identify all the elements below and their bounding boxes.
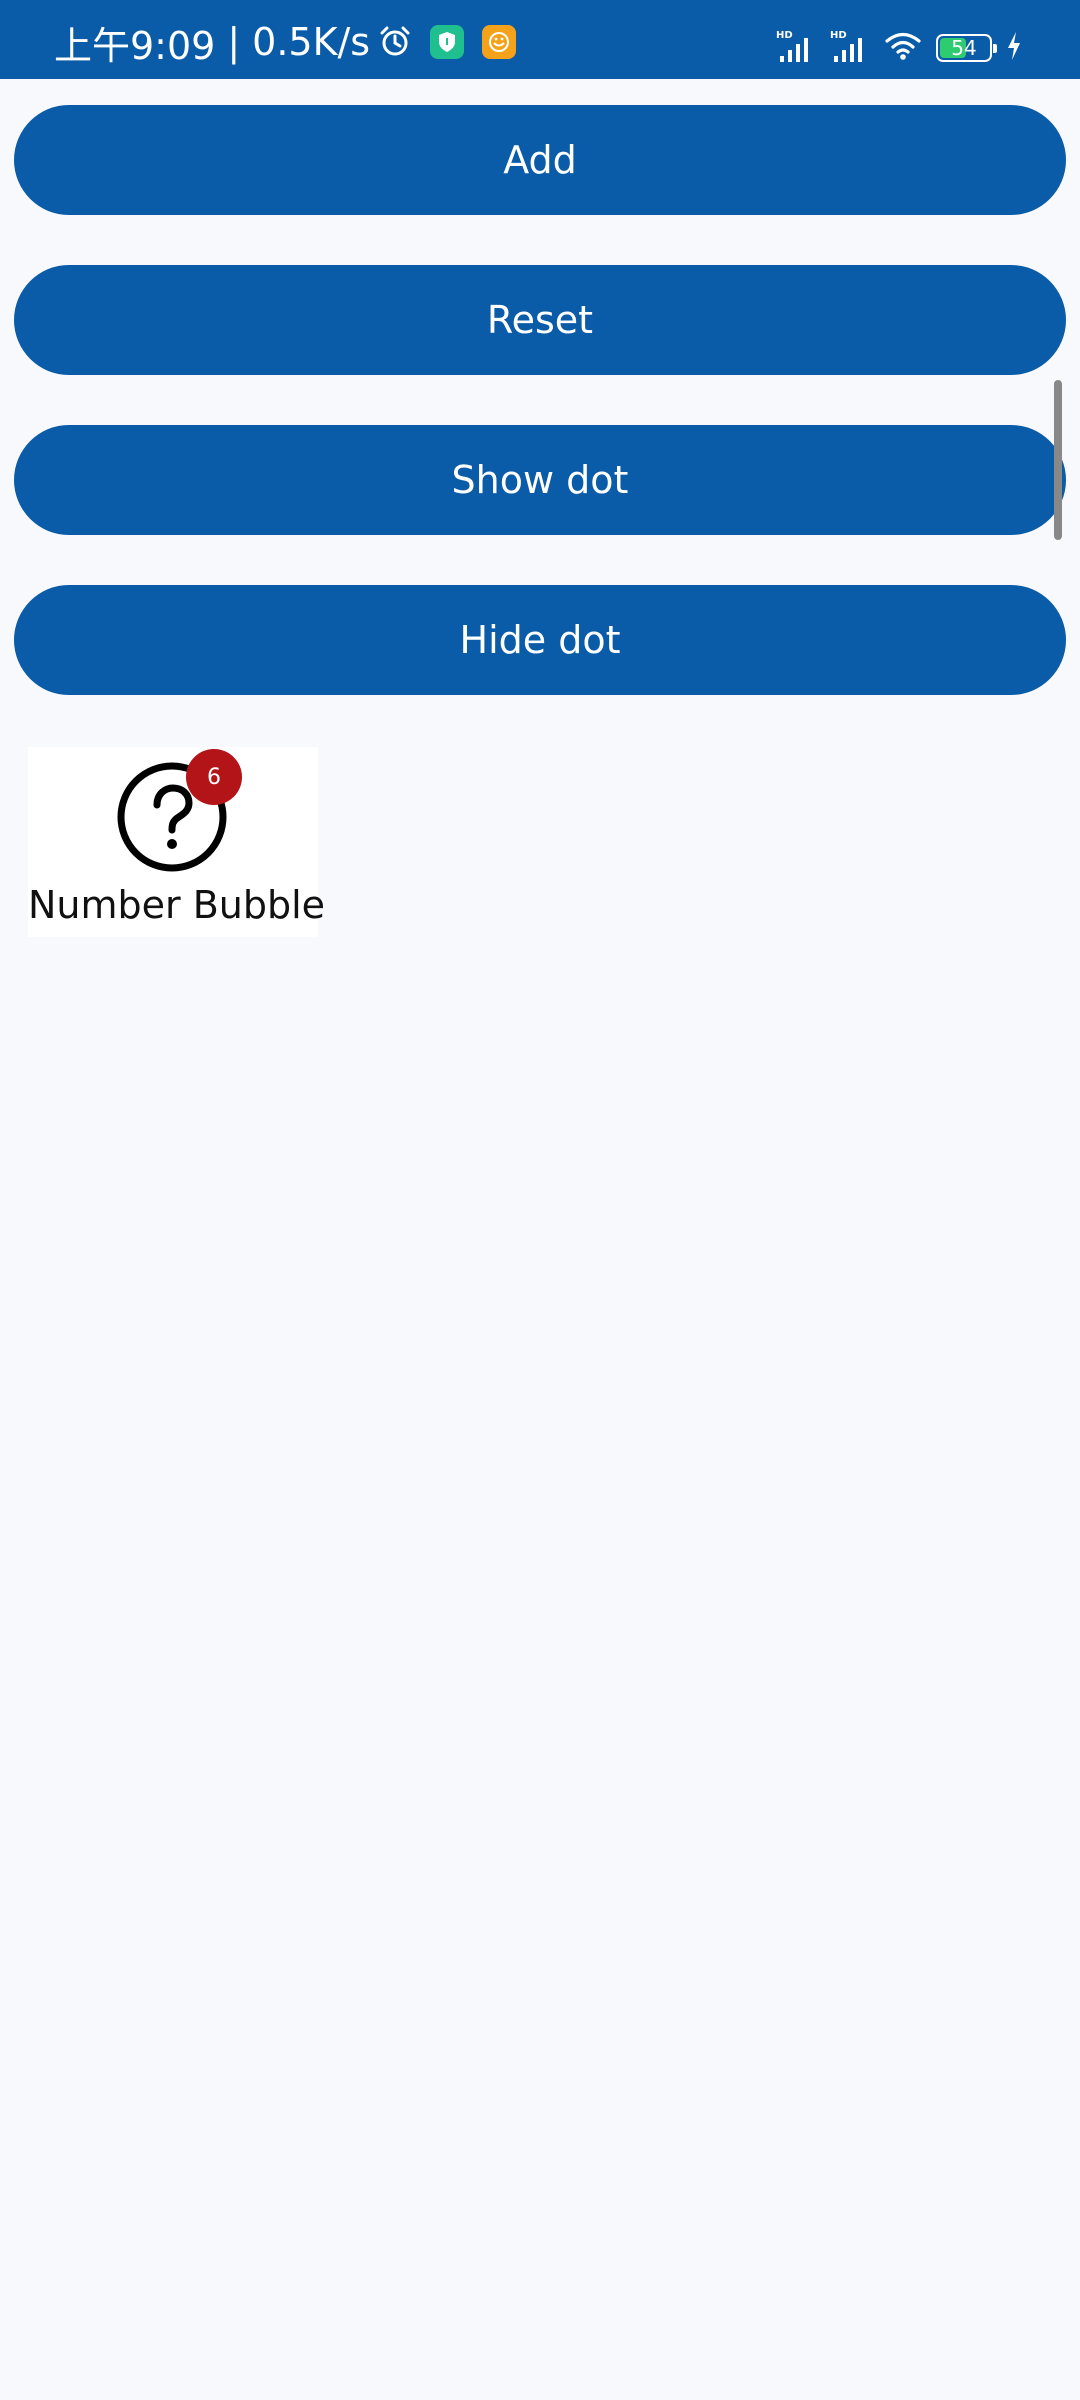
add-button[interactable]: Add [14, 105, 1066, 215]
reset-button[interactable]: Reset [14, 265, 1066, 375]
scrollbar[interactable] [1054, 380, 1062, 540]
charging-icon [1006, 31, 1022, 66]
show-dot-button[interactable]: Show dot [14, 425, 1066, 535]
battery-level: 54 [951, 36, 977, 60]
status-network-speed: 0.5K/s [252, 20, 371, 64]
face-app-icon [482, 25, 517, 59]
shield-app-icon [430, 25, 465, 59]
hide-dot-button[interactable]: Hide dot [14, 585, 1066, 695]
number-bubble-item[interactable]: 6 Number Bubble [28, 747, 326, 937]
count-badge: 6 [186, 749, 242, 805]
status-bar: 上午9:09 | 0.5K/s HD HD 54 [0, 0, 1080, 79]
alarm-icon [378, 25, 412, 59]
hd-signal-icon: HD [776, 30, 816, 64]
number-bubble-label: Number Bubble [28, 883, 326, 927]
hd-signal-icon: HD [830, 30, 870, 64]
wifi-icon [884, 31, 922, 66]
status-time: 上午9:09 [54, 23, 216, 68]
battery-icon: 54 [936, 34, 997, 62]
status-separator: | [227, 20, 241, 64]
status-bar-left: 上午9:09 | 0.5K/s [54, 20, 517, 68]
status-bar-right: HD HD 54 [776, 28, 1022, 68]
